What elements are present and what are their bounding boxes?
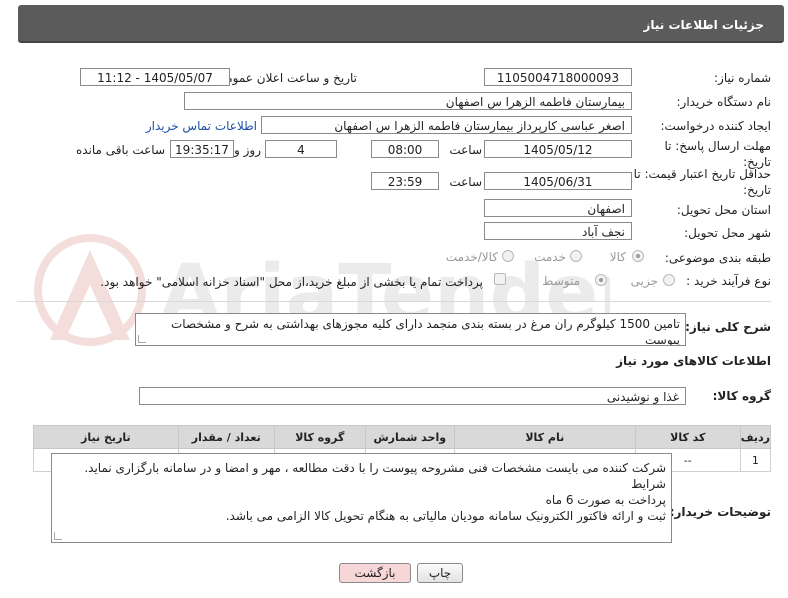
buyer-notes-line-3: ثبت و ارائه فاکتور الکترونیک سامانه مودی…: [225, 509, 666, 523]
col-unit: واحد شمارش: [364, 425, 455, 449]
creator-label: ایجاد کننده درخواست:: [660, 119, 771, 133]
buyer-notes-label: توضیحات خریدار:: [669, 505, 771, 519]
back-button[interactable]: بازگشت: [339, 563, 411, 583]
resize-handle-icon[interactable]: [138, 335, 146, 343]
col-code: کد کالا: [634, 425, 741, 449]
process-radio-minor[interactable]: [663, 274, 675, 286]
col-group: گروه کالا: [273, 425, 366, 449]
buyer-notes-textarea: شرکت کننده می بایست مشخصات فنی مشروحه پی…: [51, 453, 672, 543]
reply-time-field: 08:00: [371, 140, 439, 158]
days-label: روز و: [234, 143, 261, 157]
creator-field: اصغر عباسی کارپرداز بیمارستان فاطمه الزه…: [261, 116, 632, 134]
remaining-time-field: 19:35:17: [170, 140, 234, 158]
announce-date-label: تاریخ و ساعت اعلان عمومی:: [212, 71, 357, 85]
process-radio-medium[interactable]: [595, 274, 607, 286]
cell-row: 1: [739, 448, 772, 472]
days-remaining-field: 4: [265, 140, 337, 158]
resize-handle-icon[interactable]: [54, 532, 62, 540]
category-radio-service[interactable]: [570, 250, 582, 262]
need-number-field: 1105004718000093: [484, 68, 632, 86]
remaining-time-label: ساعت باقی مانده: [75, 143, 165, 157]
buyer-org-field: بیمارستان فاطمه الزهرا س اصفهان: [184, 92, 632, 110]
goods-group-field: غذا و نوشیدنی: [139, 387, 686, 405]
need-number-label: شماره نیاز:: [714, 71, 771, 85]
province-field: اصفهان: [484, 199, 632, 217]
col-need-date: تاریخ نیاز: [33, 425, 179, 449]
process-option-medium: متوسط: [542, 274, 580, 288]
price-time-field: 23:59: [371, 172, 439, 190]
col-quantity: تعداد / مقدار: [177, 425, 275, 449]
buyer-org-label: نام دستگاه خریدار:: [676, 95, 772, 109]
process-type-label: نوع فرآیند خرید :: [686, 274, 771, 288]
category-radio-goods[interactable]: [632, 250, 644, 262]
col-row: ردیف: [739, 425, 772, 449]
goods-table-header: ردیف کد کالا نام کالا واحد شمارش گروه کا…: [33, 425, 772, 449]
goods-section-title: اطلاعات کالاهای مورد نیاز: [616, 354, 771, 368]
city-field: نجف آباد: [484, 222, 632, 240]
category-label: طبقه بندی موضوعی:: [664, 251, 771, 265]
treasury-payment-note: پرداخت تمام یا بخشی از مبلغ خرید،از محل …: [100, 275, 483, 289]
description-label: شرح کلی نیاز:: [685, 320, 771, 334]
buyer-notes-line-2: پرداخت به صورت 6 ماه: [545, 493, 666, 507]
reply-time-label: ساعت: [449, 143, 482, 157]
category-option-goods-service: کالا/خدمت: [445, 250, 498, 264]
page-header: جزئیات اطلاعات نیاز: [18, 5, 784, 43]
category-option-goods: کالا: [609, 250, 626, 264]
description-text: تامین 1500 کیلوگرم ران مرغ در بسته بندی …: [171, 317, 680, 346]
section-divider: [17, 301, 771, 302]
announce-date-field: 1405/05/07 - 11:12: [80, 68, 230, 86]
price-deadline-label: حداقل تاریخ اعتبار قیمت: تا تاریخ:: [633, 167, 771, 197]
page-title: جزئیات اطلاعات نیاز: [643, 18, 764, 32]
province-label: استان محل تحویل:: [676, 203, 771, 217]
process-option-minor: جزیی: [630, 274, 658, 288]
description-textarea: تامین 1500 کیلوگرم ران مرغ در بسته بندی …: [135, 313, 686, 346]
category-option-service: خدمت: [534, 250, 566, 264]
city-label: شهر محل تحویل:: [684, 226, 771, 240]
buyer-notes-line-1: شرکت کننده می بایست مشخصات فنی مشروحه پی…: [84, 461, 666, 491]
col-name: نام کالا: [453, 425, 636, 449]
print-button[interactable]: چاپ: [417, 563, 463, 583]
price-date-field: 1405/06/31: [484, 172, 632, 190]
category-radio-goods-service[interactable]: [502, 250, 514, 262]
treasury-payment-checkbox[interactable]: [494, 273, 506, 285]
buyer-contact-link[interactable]: اطلاعات تماس خریدار: [146, 119, 257, 133]
reply-date-field: 1405/05/12: [484, 140, 632, 158]
price-time-label: ساعت: [449, 175, 482, 189]
goods-group-label: گروه کالا:: [712, 389, 771, 403]
